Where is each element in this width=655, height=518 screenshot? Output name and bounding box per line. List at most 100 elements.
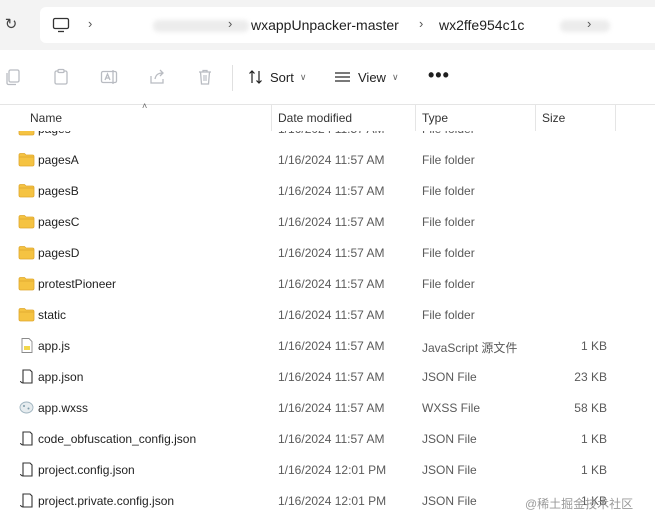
file-date-modified: 1/16/2024 11:57 AM (278, 370, 385, 384)
folder-icon (18, 214, 35, 229)
file-size: 1 KB (580, 339, 607, 353)
file-row[interactable]: app.js 1/16/2024 11:57 AM JavaScript 源文件 1 … (0, 330, 655, 361)
file-type: File folder (422, 246, 475, 260)
file-name: static (38, 308, 67, 322)
view-list-icon (335, 72, 350, 82)
column-type[interactable]: Type (422, 111, 448, 125)
file-type: WXSS File (422, 401, 481, 415)
file-row[interactable]: pagesA 1/16/2024 11:57 AM File folder (0, 144, 655, 175)
chevron-down-icon: ∨ (299, 71, 307, 82)
file-name: pagesB (38, 184, 79, 198)
redacted-path-segment (153, 20, 249, 32)
file-row[interactable]: pagesC 1/16/2024 11:57 AM File folder (0, 206, 655, 237)
folder-icon (18, 245, 35, 260)
file-row[interactable]: pagesB 1/16/2024 11:57 AM File folder (0, 175, 655, 206)
column-divider[interactable] (615, 105, 616, 131)
file-name: project.private.config.json (38, 494, 175, 508)
file-type: JSON File (422, 463, 477, 477)
file-date-modified: 1/16/2024 11:57 AM (278, 401, 385, 415)
file-size: 1 KB (580, 463, 607, 477)
folder-icon (18, 276, 35, 291)
file-date-modified: 1/16/2024 11:57 AM (278, 215, 385, 229)
file-row[interactable]: app.wxss 1/16/2024 11:57 AM WXSS File 58 KB (0, 392, 655, 423)
column-divider[interactable] (535, 105, 536, 131)
sort-ascending-icon: ˄ (142, 101, 148, 111)
folder-icon (18, 183, 35, 198)
breadcrumb[interactable]: › › wxappUnpacker-master › wx2ffe954c1c … (40, 7, 655, 43)
file-date-modified: 1/16/2024 12:01 PM (278, 494, 387, 508)
copy-icon[interactable] (4, 68, 22, 86)
file-type: File folder (422, 215, 475, 229)
file-name: project.config.json (38, 463, 135, 477)
column-name[interactable]: Name (30, 111, 62, 125)
address-bar: ↻ › › wxappUnpacker-master › wx2ffe954c1… (0, 0, 655, 50)
file-name: pagesC (38, 215, 80, 229)
column-header: ˄ Name Date modified Type Size (0, 101, 655, 131)
this-pc-icon[interactable] (52, 17, 70, 33)
file-date-modified: 1/16/2024 11:57 AM (278, 246, 385, 260)
paste-icon[interactable] (52, 68, 70, 86)
share-icon[interactable] (148, 68, 166, 86)
sort-label: Sort (270, 69, 294, 85)
js-file-icon (18, 338, 35, 353)
column-date-modified[interactable]: Date modified (278, 111, 352, 125)
file-type: JSON File (422, 370, 477, 384)
view-label: View (358, 69, 386, 85)
column-divider[interactable] (271, 105, 272, 131)
file-row[interactable]: static 1/16/2024 11:57 AM File folder (0, 299, 655, 330)
rename-icon[interactable] (100, 68, 118, 86)
file-type: File folder (422, 153, 475, 167)
file-list: pages1/16/2024 11:57 AMFile folderpagesA… (0, 113, 655, 518)
file-type: JSON File (422, 494, 477, 508)
delete-icon[interactable] (196, 68, 214, 86)
column-size[interactable]: Size (542, 111, 565, 125)
command-bar: Sort ∨ View ∨ ••• (0, 50, 655, 105)
file-type: File folder (422, 184, 475, 198)
sort-icon (249, 70, 262, 84)
chevron-right-icon[interactable]: › (419, 16, 423, 31)
view-button[interactable]: View ∨ (334, 66, 399, 88)
folder-icon (18, 307, 35, 322)
folder-icon (18, 152, 35, 167)
file-row[interactable]: pagesD 1/16/2024 11:57 AM File folder (0, 237, 655, 268)
file-date-modified: 1/16/2024 12:01 PM (278, 463, 387, 477)
file-size: 58 KB (574, 401, 607, 415)
chevron-right-icon[interactable]: › (587, 16, 591, 31)
file-name: app.js (38, 339, 71, 353)
file-row[interactable]: protestPioneer 1/16/2024 11:57 AM File fol… (0, 268, 655, 299)
chevron-right-icon[interactable]: › (228, 16, 232, 31)
file-name: pagesD (38, 246, 80, 260)
breadcrumb-segment[interactable]: wxappUnpacker-master (251, 17, 399, 33)
file-date-modified: 1/16/2024 11:57 AM (278, 432, 385, 446)
file-type: JSON File (422, 432, 477, 446)
file-size: 23 KB (574, 370, 607, 384)
file-row[interactable]: app.json 1/16/2024 11:57 AM JSON File 23 KB (0, 361, 655, 392)
json-file-icon (18, 493, 35, 508)
wxss-file-icon (18, 400, 35, 415)
json-file-icon (18, 462, 35, 477)
file-name: pagesA (38, 153, 79, 167)
breadcrumb-segment[interactable]: wx2ffe954c1c (439, 17, 524, 33)
file-row[interactable]: code_obfuscation_config.json 1/16/2024 11… (0, 423, 655, 454)
column-divider[interactable] (415, 105, 416, 131)
file-date-modified: 1/16/2024 11:57 AM (278, 339, 385, 353)
file-type: File folder (422, 308, 475, 322)
file-type: JavaScript 源文件 (422, 341, 518, 355)
chevron-right-icon[interactable]: › (88, 16, 92, 31)
file-name: protestPioneer (38, 277, 117, 291)
file-type: File folder (422, 277, 475, 291)
toolbar-divider (232, 65, 233, 91)
json-file-icon (18, 431, 35, 446)
file-date-modified: 1/16/2024 11:57 AM (278, 308, 385, 322)
file-row[interactable]: project.config.json 1/16/2024 12:01 PM JSO… (0, 454, 655, 485)
redacted-path-segment (560, 20, 610, 32)
file-name: app.wxss (38, 401, 89, 415)
json-file-icon (18, 369, 35, 384)
refresh-icon[interactable]: ↻ (0, 13, 22, 37)
file-size: 1 KB (580, 432, 607, 446)
file-name: app.json (38, 370, 84, 384)
more-options-button[interactable]: ••• (428, 65, 450, 86)
file-date-modified: 1/16/2024 11:57 AM (278, 153, 385, 167)
sort-button[interactable]: Sort ∨ (248, 66, 306, 88)
watermark: @稀土掘金技术社区 (525, 497, 634, 511)
